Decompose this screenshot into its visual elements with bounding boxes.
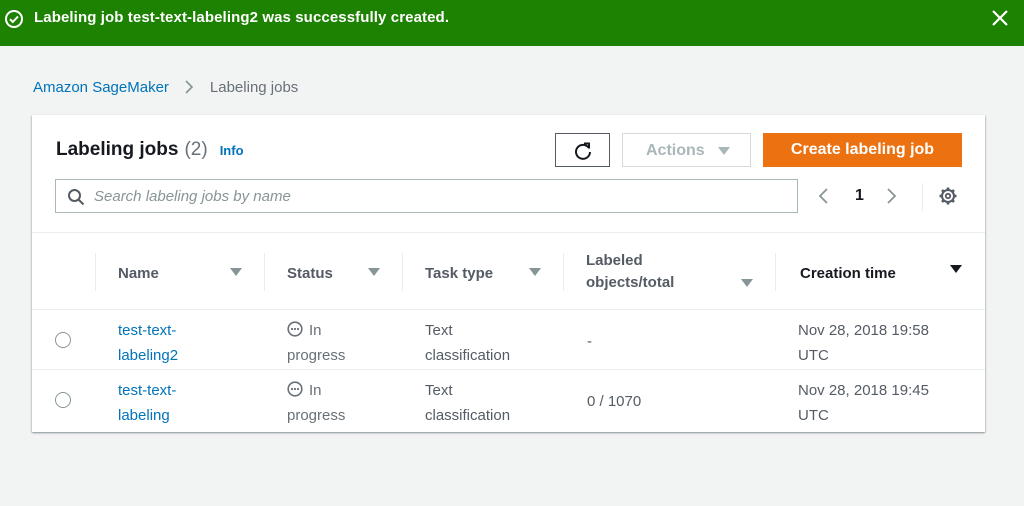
breadcrumb: Amazon SageMaker Labeling jobs: [33, 77, 298, 97]
job-labeled-objects: 0 / 1070: [587, 393, 642, 410]
job-count: (2): [184, 139, 208, 160]
check-circle-icon: [5, 10, 23, 28]
search-icon: [68, 189, 85, 206]
gear-icon[interactable]: [938, 186, 958, 206]
column-header-name[interactable]: Name: [95, 233, 264, 310]
divider: [922, 183, 923, 211]
job-task-type: Text classification: [425, 382, 511, 424]
success-flash-bar: Labeling job test-text-labeling2 was suc…: [0, 0, 1024, 46]
in-progress-icon: [287, 381, 303, 397]
breadcrumb-sagemaker-link[interactable]: Amazon SageMaker: [33, 79, 169, 96]
flash-message: Labeling job test-text-labeling2 was suc…: [34, 9, 450, 26]
actions-label: Actions: [646, 142, 705, 159]
table-header: Name Status Task type Labeled objects/to…: [32, 232, 985, 310]
column-header-task-type[interactable]: Task type: [402, 233, 563, 310]
sort-icon: [230, 268, 242, 276]
search-box[interactable]: [55, 179, 798, 213]
sort-icon: [741, 279, 753, 287]
job-name-link[interactable]: test-text- labeling2: [118, 318, 178, 368]
actions-dropdown[interactable]: Actions: [622, 133, 751, 167]
job-task-type: Text classification: [425, 322, 511, 364]
job-creation-time: Nov 28, 2018 19:45 UTC: [798, 382, 929, 424]
chevron-right-icon: [185, 80, 194, 94]
job-creation-time: Nov 28, 2018 19:58 UTC: [798, 322, 929, 364]
refresh-icon: [575, 142, 591, 160]
caret-down-icon: [718, 147, 730, 155]
breadcrumb-current: Labeling jobs: [209, 78, 299, 96]
table-row[interactable]: test-text- labeling2 In progress Text cl…: [32, 310, 985, 370]
sort-icon: [529, 268, 541, 276]
close-icon[interactable]: [990, 8, 1010, 28]
info-link[interactable]: Info: [220, 140, 244, 162]
row-select-radio[interactable]: [55, 392, 71, 408]
job-name-link[interactable]: test-text- labeling: [118, 378, 176, 428]
panel-title-text: Labeling jobs: [56, 139, 179, 160]
labeling-jobs-panel: Labeling jobs (2) Info Actions Create la…: [32, 115, 985, 432]
in-progress-icon: [287, 321, 303, 337]
sort-icon: [368, 268, 380, 276]
panel-title: Labeling jobs (2) Info: [56, 139, 244, 162]
sort-descending-icon: [950, 265, 962, 273]
job-labeled-objects: -: [587, 333, 592, 350]
search-input[interactable]: [94, 181, 784, 211]
table-row[interactable]: test-text- labeling In progress Text cla…: [32, 370, 985, 431]
pagination: 1: [817, 181, 898, 211]
column-header-status[interactable]: Status: [264, 233, 402, 310]
job-status: In progress: [287, 321, 346, 364]
chevron-left-icon[interactable]: [817, 186, 831, 206]
row-select-radio[interactable]: [55, 332, 71, 348]
column-header-labeled-objects[interactable]: Labeled objects/total: [563, 233, 775, 310]
column-header-creation-time[interactable]: Creation time: [775, 233, 985, 310]
chevron-right-icon[interactable]: [884, 186, 898, 206]
job-status: In progress: [287, 381, 346, 424]
refresh-button[interactable]: [555, 133, 610, 167]
current-page-number[interactable]: 1: [855, 187, 864, 205]
create-labeling-job-button[interactable]: Create labeling job: [763, 133, 962, 167]
